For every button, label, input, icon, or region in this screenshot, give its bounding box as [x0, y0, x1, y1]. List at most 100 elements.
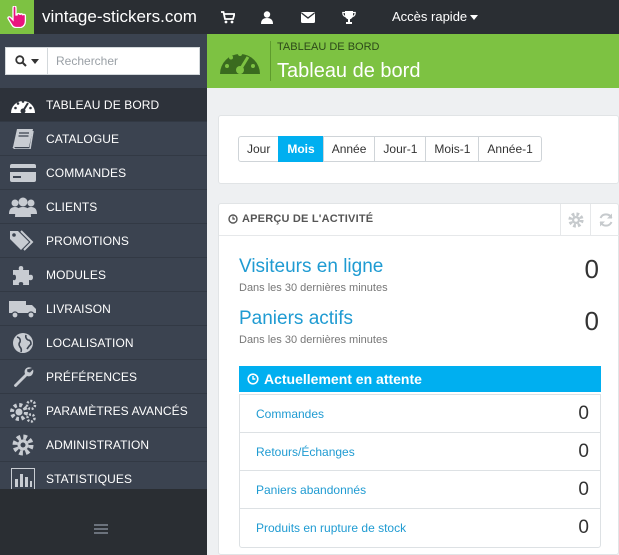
pending-section-title: Actuellement en attente	[264, 371, 422, 387]
main-menu: TABLEAU DE BORD CATALOGUE COMMANDES CLIE…	[0, 88, 207, 496]
dashboard-icon	[220, 52, 260, 74]
sidebar-item-label: TABLEAU DE BORD	[46, 97, 160, 112]
user-icon[interactable]	[259, 9, 275, 25]
hand-pointer-icon	[7, 6, 27, 28]
tags-icon	[10, 229, 34, 251]
activity-panel-title-text: APERÇU DE L'ACTIVITÉ	[242, 213, 374, 225]
gear-icon	[567, 212, 584, 228]
page-header: TABLEAU DE BORD Tableau de bord	[207, 34, 619, 88]
sidebar-item-label: LOCALISATION	[46, 335, 134, 350]
sidebar-item-localization[interactable]: LOCALISATION	[0, 326, 207, 360]
trophy-icon[interactable]	[341, 9, 357, 25]
list-item: Produits en rupture de stock 0	[240, 509, 600, 547]
period-panel: Jour Mois Année Jour-1 Mois-1 Année-1	[218, 115, 619, 184]
pending-list: Commandes 0 Retours/Échanges 0 Paniers a…	[239, 394, 601, 548]
search-input[interactable]	[49, 48, 199, 74]
menu-collapse-icon[interactable]	[94, 524, 108, 534]
caret-down-icon	[30, 58, 39, 64]
list-item: Paniers abandonnés 0	[240, 471, 600, 509]
period-button-year[interactable]: Année	[322, 136, 376, 162]
sidebar-item-label: PRÉFÉRENCES	[46, 369, 138, 384]
breadcrumb[interactable]: TABLEAU DE BORD	[277, 41, 380, 53]
envelope-icon[interactable]	[300, 9, 316, 25]
clock-icon	[247, 373, 259, 385]
sidebar: TABLEAU DE BORD CATALOGUE COMMANDES CLIE…	[0, 34, 207, 555]
sidebar-item-catalog[interactable]: CATALOGUE	[0, 122, 207, 156]
sidebar-item-label: CLIENTS	[46, 199, 98, 214]
list-item: Commandes 0	[240, 395, 600, 433]
activity-panel: APERÇU DE L'ACTIVITÉ Visiteurs en ligne …	[218, 203, 619, 555]
sidebar-item-label: MODULES	[46, 267, 107, 282]
refresh-button[interactable]	[590, 204, 619, 236]
sidebar-item-promotions[interactable]: PROMOTIONS	[0, 224, 207, 258]
configure-button[interactable]	[560, 204, 590, 236]
sidebar-item-label: COMMANDES	[46, 165, 127, 180]
sidebar-item-dashboard[interactable]: TABLEAU DE BORD	[0, 88, 207, 122]
period-button-group: Jour Mois Année Jour-1 Mois-1 Année-1	[238, 136, 542, 162]
refresh-icon	[599, 213, 612, 227]
sidebar-item-label: PARAMÈTRES AVANCÉS	[46, 403, 188, 418]
online-visitors-label[interactable]: Visiteurs en ligne	[239, 256, 383, 278]
list-item: Retours/Échanges 0	[240, 433, 600, 471]
search-type-button[interactable]	[6, 48, 48, 74]
gear-icon	[12, 434, 34, 455]
sidebar-item-label: LIVRAISON	[46, 301, 111, 316]
activity-panel-header: APERÇU DE L'ACTIVITÉ	[219, 204, 619, 236]
search-icon	[14, 55, 27, 67]
quick-access-dropdown[interactable]: Accès rapide	[392, 9, 479, 24]
book-icon	[12, 128, 34, 149]
pending-orders-value: 0	[578, 402, 589, 424]
shop-name[interactable]: vintage-stickers.com	[42, 7, 197, 27]
period-button-previous-month[interactable]: Mois-1	[425, 136, 480, 162]
period-button-previous-year[interactable]: Année-1	[478, 136, 542, 162]
sidebar-item-customers[interactable]: CLIENTS	[0, 190, 207, 224]
abandoned-carts-value: 0	[578, 478, 589, 500]
sidebar-item-label: CATALOGUE	[46, 131, 120, 146]
pending-returns-value: 0	[578, 440, 589, 462]
pending-orders-link[interactable]: Commandes	[256, 407, 324, 421]
globe-icon	[13, 332, 33, 353]
top-bar: vintage-stickers.com Accès rapide	[0, 0, 619, 34]
sidebar-item-administration[interactable]: ADMINISTRATION	[0, 428, 207, 462]
period-button-day[interactable]: Jour	[238, 136, 280, 162]
sidebar-item-modules[interactable]: MODULES	[0, 258, 207, 292]
caret-down-icon	[470, 15, 479, 21]
active-carts-sub: Dans les 30 dernières minutes	[239, 334, 388, 346]
abandoned-carts-link[interactable]: Paniers abandonnés	[256, 483, 366, 497]
pending-section-header: Actuellement en attente	[239, 366, 601, 392]
out-of-stock-value: 0	[578, 517, 589, 538]
active-carts-label[interactable]: Paniers actifs	[239, 308, 353, 330]
bar-chart-icon	[11, 467, 35, 490]
sidebar-item-advanced-parameters[interactable]: PARAMÈTRES AVANCÉS	[0, 394, 207, 428]
period-button-month[interactable]: Mois	[278, 136, 324, 162]
main-content: Jour Mois Année Jour-1 Mois-1 Année-1 AP…	[207, 88, 619, 555]
sidebar-item-shipping[interactable]: LIVRAISON	[0, 292, 207, 326]
quick-access-label: Accès rapide	[392, 9, 468, 24]
search-box	[5, 47, 200, 75]
online-visitors-sub: Dans les 30 dernières minutes	[239, 282, 388, 294]
dashboard-icon	[11, 99, 35, 113]
sidebar-item-label: ADMINISTRATION	[46, 437, 150, 452]
sidebar-item-label: PROMOTIONS	[46, 233, 130, 248]
sidebar-footer	[0, 489, 207, 555]
pending-returns-link[interactable]: Retours/Échanges	[256, 445, 355, 459]
sidebar-item-orders[interactable]: COMMANDES	[0, 156, 207, 190]
online-visitors-value: 0	[584, 254, 599, 284]
users-icon	[9, 197, 37, 217]
page-title: Tableau de bord	[277, 60, 421, 82]
sidebar-item-preferences[interactable]: PRÉFÉRENCES	[0, 360, 207, 394]
puzzle-icon	[13, 265, 33, 285]
truck-icon	[9, 300, 36, 319]
header-divider	[270, 41, 271, 81]
sidebar-item-label: STATISTIQUES	[46, 471, 133, 486]
period-button-previous-day[interactable]: Jour-1	[374, 136, 427, 162]
gears-icon	[10, 399, 37, 423]
credit-card-icon	[10, 163, 36, 182]
clock-icon	[228, 214, 238, 224]
logo[interactable]	[0, 0, 34, 34]
cart-icon[interactable]	[220, 9, 236, 25]
activity-panel-title: APERÇU DE L'ACTIVITÉ	[228, 213, 373, 225]
active-carts-value: 0	[584, 306, 599, 336]
out-of-stock-link[interactable]: Produits en rupture de stock	[256, 521, 406, 535]
wrench-icon	[14, 366, 34, 387]
